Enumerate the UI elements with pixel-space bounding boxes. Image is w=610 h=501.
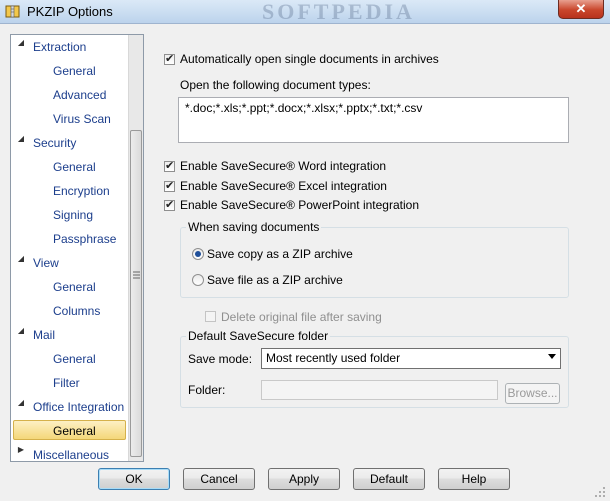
tree-node-mail[interactable]: Mail xyxy=(33,325,55,345)
tree-node-extraction[interactable]: Extraction xyxy=(33,37,86,57)
tree-item-security-signing[interactable]: Signing xyxy=(53,205,93,225)
cancel-button[interactable]: Cancel xyxy=(183,468,255,490)
save-copy-label[interactable]: Save copy as a ZIP archive xyxy=(207,247,353,261)
document-types-label: Open the following document types: xyxy=(180,78,371,92)
tree-scrollbar[interactable] xyxy=(128,35,143,461)
save-file-label[interactable]: Save file as a ZIP archive xyxy=(207,273,343,287)
document-types-input[interactable]: *.doc;*.xls;*.ppt;*.docx;*.xlsx;*.pptx;*… xyxy=(178,97,569,143)
tree-node-miscellaneous[interactable]: Miscellaneous xyxy=(33,445,109,461)
expanded-arrow-icon[interactable]: ◢ xyxy=(17,38,25,58)
softpedia-watermark: SOFTPEDIA xyxy=(262,0,415,24)
pkzip-app-icon xyxy=(5,5,20,18)
tree-item-view-general[interactable]: General xyxy=(53,277,96,297)
tree-scrollbar-thumb[interactable] xyxy=(130,130,142,457)
excel-integration-label[interactable]: Enable SaveSecure® Excel integration xyxy=(180,179,387,193)
resize-grip-icon[interactable] xyxy=(594,486,606,498)
powerpoint-integration-label[interactable]: Enable SaveSecure® PowerPoint integratio… xyxy=(180,198,419,212)
expanded-arrow-icon[interactable]: ◢ xyxy=(17,254,25,274)
tree-item-security-general[interactable]: General xyxy=(53,157,96,177)
when-saving-group-title: When saving documents xyxy=(186,220,322,234)
apply-button[interactable]: Apply xyxy=(268,468,340,490)
delete-original-label[interactable]: Delete original file after saving xyxy=(221,310,382,324)
scroll-grip-icon xyxy=(133,271,140,279)
delete-original-checkbox[interactable] xyxy=(205,311,216,322)
tree-node-security[interactable]: Security xyxy=(33,133,76,153)
save-mode-dropdown[interactable]: Most recently used folder xyxy=(261,348,561,369)
tree-item-security-passphrase[interactable]: Passphrase xyxy=(53,229,116,249)
tree-item-view-columns[interactable]: Columns xyxy=(53,301,100,321)
window-title: PKZIP Options xyxy=(27,4,113,19)
default-button[interactable]: Default xyxy=(353,468,425,490)
title-bar[interactable]: PKZIP Options SOFTPEDIA ✕ xyxy=(0,0,610,24)
close-button[interactable]: ✕ xyxy=(558,0,604,19)
folder-input[interactable] xyxy=(261,380,498,400)
save-mode-label: Save mode: xyxy=(188,352,253,366)
tree-item-extraction-virus-scan[interactable]: Virus Scan xyxy=(53,109,111,129)
collapsed-arrow-icon[interactable]: ▶ xyxy=(17,445,25,461)
expanded-arrow-icon[interactable]: ◢ xyxy=(17,398,25,418)
options-tree[interactable]: ◢ Extraction General Advanced Virus Scan… xyxy=(10,34,144,462)
auto-open-label[interactable]: Automatically open single documents in a… xyxy=(180,52,439,66)
ok-button[interactable]: OK xyxy=(98,468,170,490)
when-saving-group xyxy=(180,227,569,298)
pkzip-options-window: PKZIP Options SOFTPEDIA ✕ ◢ Extraction G… xyxy=(0,0,610,501)
auto-open-checkbox[interactable] xyxy=(164,52,175,65)
powerpoint-integration-checkbox[interactable] xyxy=(164,198,175,211)
chevron-down-icon xyxy=(548,354,556,359)
save-mode-value: Most recently used folder xyxy=(266,351,401,365)
tree-item-mail-general[interactable]: General xyxy=(53,349,96,369)
default-folder-group-title: Default SaveSecure folder xyxy=(186,329,331,343)
browse-button[interactable]: Browse... xyxy=(505,383,560,404)
word-integration-label[interactable]: Enable SaveSecure® Word integration xyxy=(180,159,386,173)
folder-label: Folder: xyxy=(188,383,226,397)
tree-item-extraction-general[interactable]: General xyxy=(53,61,96,81)
word-integration-checkbox[interactable] xyxy=(164,159,175,172)
close-icon: ✕ xyxy=(575,1,587,16)
tree-item-office-integration-general[interactable]: General xyxy=(13,420,126,440)
tree-item-extraction-advanced[interactable]: Advanced xyxy=(53,85,106,105)
tree-item-mail-filter[interactable]: Filter xyxy=(53,373,80,393)
expanded-arrow-icon[interactable]: ◢ xyxy=(17,134,25,154)
excel-integration-checkbox[interactable] xyxy=(164,179,175,192)
tree-item-security-encryption[interactable]: Encryption xyxy=(53,181,110,201)
save-file-radio[interactable] xyxy=(192,274,204,286)
help-button[interactable]: Help xyxy=(438,468,510,490)
tree-node-office-integration[interactable]: Office Integration xyxy=(33,397,124,417)
expanded-arrow-icon[interactable]: ◢ xyxy=(17,326,25,346)
save-copy-radio[interactable] xyxy=(192,248,204,260)
tree-node-view[interactable]: View xyxy=(33,253,59,273)
document-types-value: *.doc;*.xls;*.ppt;*.docx;*.xlsx;*.pptx;*… xyxy=(185,101,423,115)
